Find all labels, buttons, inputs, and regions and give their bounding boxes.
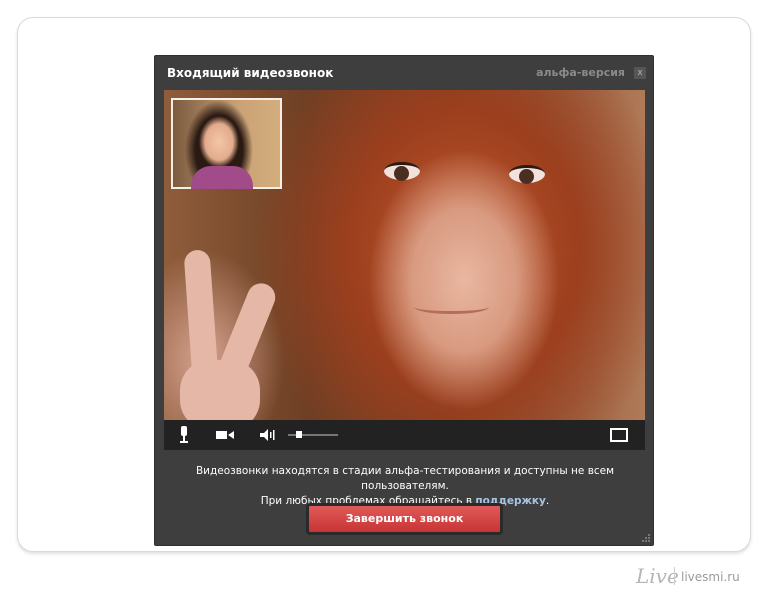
notice-line-1: Видеозвонки находятся в стадии альфа-тес… bbox=[195, 465, 615, 492]
volume-slider-handle[interactable] bbox=[296, 431, 302, 438]
microphone-icon[interactable] bbox=[174, 420, 194, 450]
watermark-divider bbox=[674, 567, 675, 585]
video-camera-icon[interactable] bbox=[214, 420, 236, 450]
watermark-site: livesmi.ru bbox=[681, 570, 740, 584]
alpha-version-label: альфа-версия bbox=[536, 66, 625, 79]
video-control-bar bbox=[164, 420, 645, 450]
video-content bbox=[180, 360, 260, 420]
notice-line-2-end: . bbox=[545, 495, 550, 507]
watermark-logo: Live bbox=[636, 564, 679, 588]
video-content bbox=[414, 300, 489, 314]
video-content bbox=[509, 165, 545, 184]
fullscreen-icon[interactable] bbox=[610, 428, 628, 442]
speaker-icon[interactable] bbox=[258, 420, 280, 450]
dialog-title-bar: Входящий видеозвонок альфа-версия x bbox=[155, 56, 655, 90]
self-view-video bbox=[171, 98, 282, 189]
video-call-dialog: Входящий видеозвонок альфа-версия x Виде… bbox=[154, 55, 654, 546]
video-content bbox=[384, 162, 420, 181]
remote-video bbox=[164, 90, 645, 420]
dialog-title: Входящий видеозвонок bbox=[167, 66, 334, 80]
close-icon[interactable]: x bbox=[634, 67, 646, 79]
end-call-button[interactable]: Завершить звонок bbox=[306, 503, 503, 535]
resize-grip-icon[interactable] bbox=[641, 533, 651, 543]
outer-frame: Входящий видеозвонок альфа-версия x Виде… bbox=[17, 17, 751, 552]
